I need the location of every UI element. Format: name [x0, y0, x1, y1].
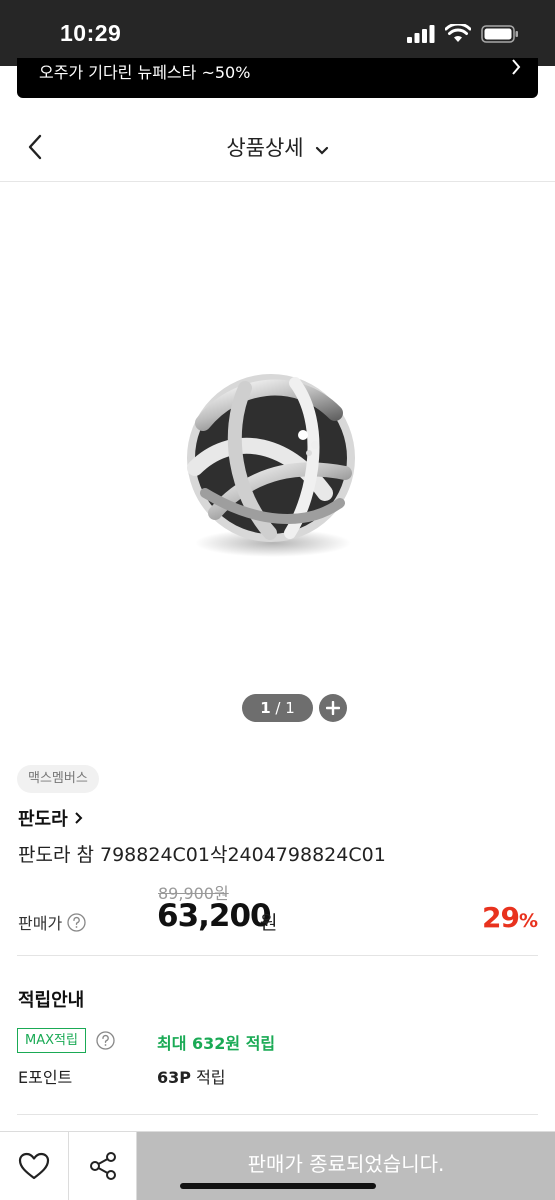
wifi-icon — [445, 24, 471, 42]
heart-icon — [18, 1152, 50, 1180]
discount-unit: % — [518, 910, 538, 932]
status-time: 10:29 — [60, 20, 122, 46]
pager-total: 1 — [285, 699, 295, 717]
price-label: 판매가 — [18, 910, 86, 934]
divider — [17, 1114, 538, 1115]
epoint-suffix: 적립 — [191, 1068, 226, 1087]
product-image-gallery[interactable]: 1 / 1 — [0, 183, 555, 743]
max-points-badge: MAX적립 — [17, 1028, 86, 1053]
pager-current: 1 — [260, 699, 271, 717]
chevron-right-icon — [74, 812, 83, 824]
home-indicator — [180, 1183, 376, 1189]
like-button[interactable] — [0, 1132, 69, 1200]
page-title: 상품상세 — [226, 136, 304, 160]
price-label-text: 판매가 — [18, 914, 63, 933]
top-nav: 상품상세 — [0, 112, 555, 182]
chevron-right-icon — [512, 59, 521, 75]
divider — [17, 955, 538, 956]
currency-unit: 원 — [260, 912, 278, 934]
product-detail-page: 10:29 오주가 기다린 뉴페스타 ~50% 상품상세 1 / 1 맥스멤버스… — [0, 0, 555, 1200]
help-icon[interactable] — [67, 912, 86, 932]
brand-name: 판도라 — [18, 809, 68, 830]
battery-icon — [481, 24, 518, 43]
membership-badge: 맥스멤버스 — [17, 765, 99, 793]
max-points-text: 최대 632원 적립 — [157, 1034, 276, 1053]
sold-out-button: 판매가 종료되었습니다. — [137, 1132, 555, 1200]
promo-text: 오주가 기다린 뉴페스타 ~50% — [39, 63, 251, 82]
product-image — [187, 374, 355, 557]
discount-number: 29 — [481, 901, 520, 934]
discount-rate: 29% — [482, 901, 538, 934]
plus-icon — [326, 701, 340, 715]
points-section-title: 적립안내 — [18, 990, 85, 1011]
zoom-button[interactable] — [319, 694, 347, 722]
chevron-down-icon — [315, 146, 328, 155]
pager-separator: / — [275, 699, 281, 717]
share-icon — [89, 1152, 116, 1180]
status-bar: 10:29 — [0, 0, 555, 66]
epoint-amount: 63P — [157, 1068, 191, 1087]
share-button[interactable] — [69, 1132, 137, 1200]
epoint-label: E포인트 — [18, 1068, 73, 1087]
product-name: 판도라 참 798824C01삭2404798824C01 — [18, 844, 386, 866]
image-pager: 1 / 1 — [242, 694, 313, 722]
help-icon[interactable] — [96, 1031, 115, 1054]
bottom-action-bar: 판매가 종료되었습니다. — [0, 1131, 555, 1200]
status-icons — [407, 24, 519, 43]
signal-icon — [407, 24, 435, 43]
epoint-value: 63P 적립 — [157, 1064, 226, 1088]
promo-banner[interactable]: 오주가 기다린 뉴페스타 ~50% — [17, 58, 538, 98]
brand-link[interactable]: 판도라 — [18, 805, 83, 831]
page-title-dropdown[interactable]: 상품상세 — [0, 132, 555, 162]
sale-price: 63,200 — [157, 898, 272, 934]
